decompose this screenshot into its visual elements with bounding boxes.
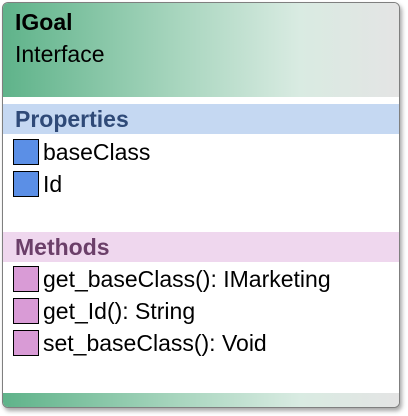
method-item[interactable]: get_Id(): String — [13, 297, 195, 325]
property-item[interactable]: Id — [13, 170, 62, 198]
method-icon — [13, 298, 39, 324]
method-icon — [13, 330, 39, 356]
class-stereotype: Interface — [15, 41, 105, 67]
class-name: IGoal — [15, 9, 73, 35]
method-icon — [13, 266, 39, 292]
property-label: Id — [43, 170, 63, 197]
class-header: IGoal Interface — [3, 3, 399, 97]
property-icon — [13, 171, 39, 197]
methods-section-header: Methods — [3, 232, 399, 262]
method-item[interactable]: set_baseClass(): Void — [13, 329, 267, 357]
properties-section-header: Properties — [3, 104, 399, 134]
interface-class-box[interactable]: IGoal Interface Properties baseClass Id … — [2, 2, 400, 408]
method-label: get_baseClass(): IMarketing — [43, 265, 331, 292]
property-icon — [13, 139, 39, 165]
method-label: set_baseClass(): Void — [43, 329, 267, 356]
property-label: baseClass — [43, 138, 151, 165]
method-label: get_Id(): String — [43, 297, 196, 324]
method-item[interactable]: get_baseClass(): IMarketing — [13, 265, 331, 293]
property-item[interactable]: baseClass — [13, 138, 150, 166]
class-footer — [3, 393, 399, 407]
